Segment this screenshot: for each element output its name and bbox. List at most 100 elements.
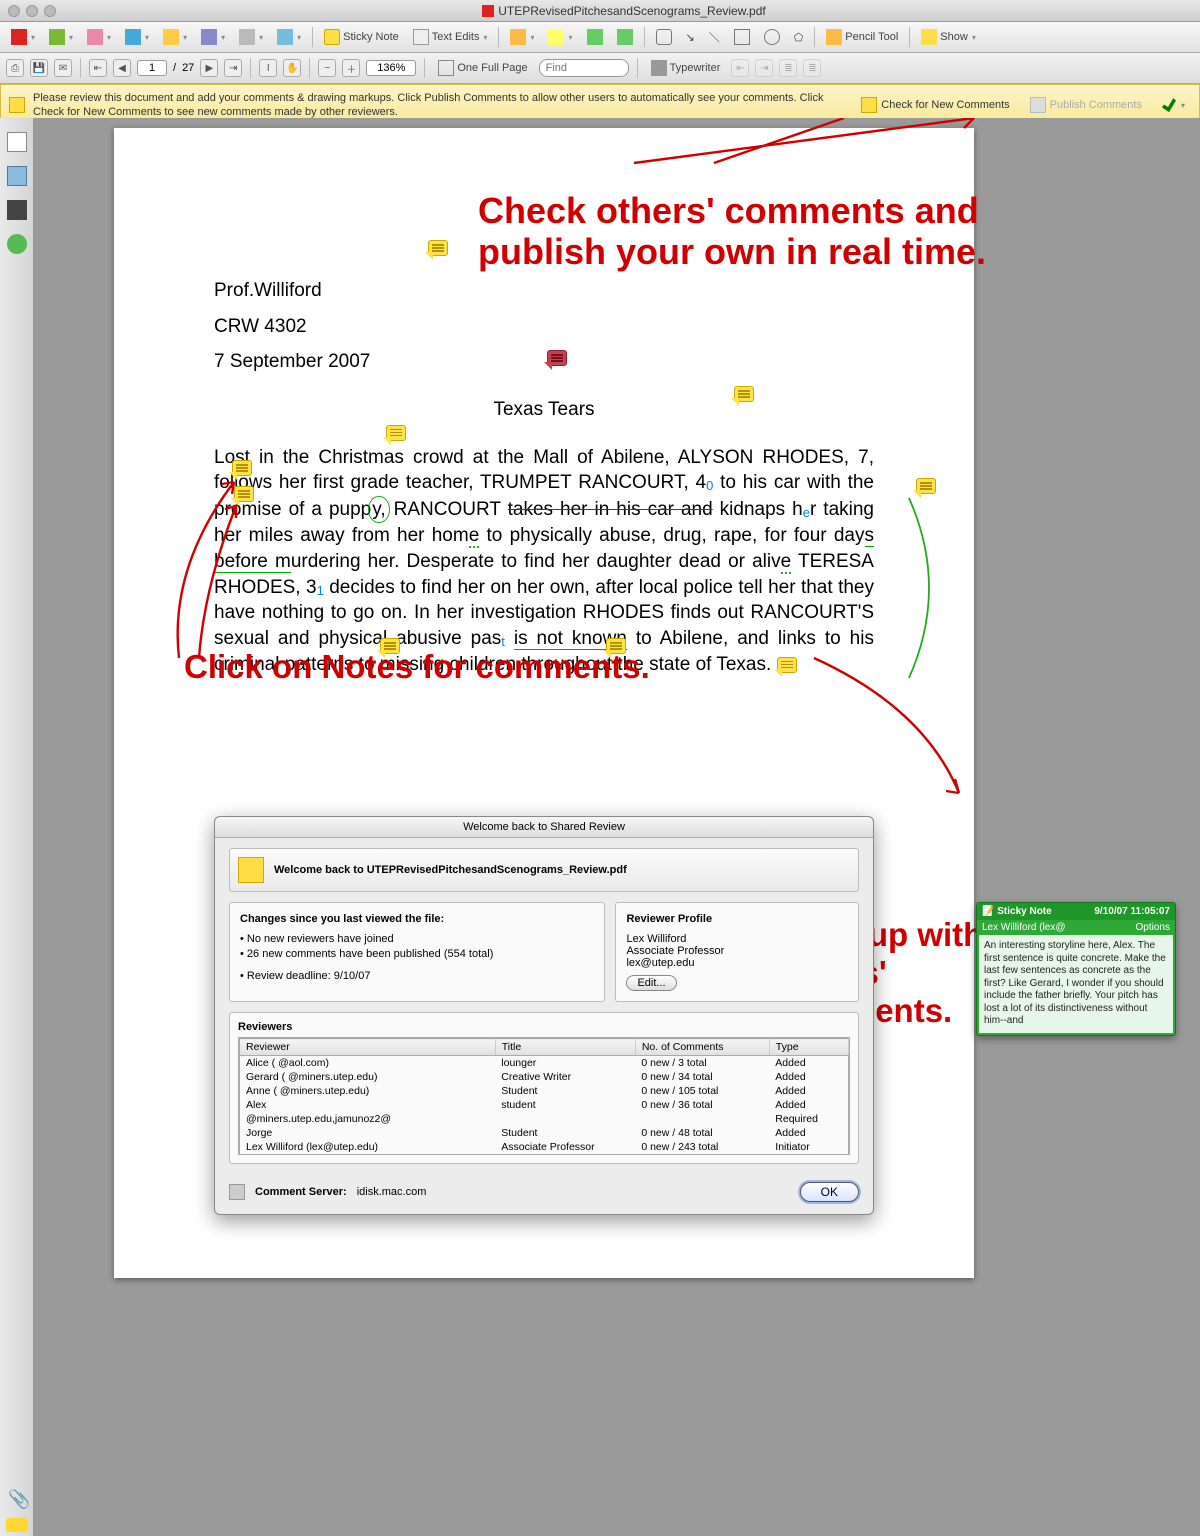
table-row[interactable]: JorgeStudent0 new / 48 totalAdded [240, 1126, 849, 1140]
tool-export[interactable] [82, 26, 116, 48]
profile-name: Lex Williford [626, 933, 848, 945]
last-page-button[interactable]: ⇥ [224, 59, 242, 77]
note-author: Lex Williford (lex@ [982, 922, 1066, 933]
review-message: Please review this document and add your… [33, 91, 847, 120]
profile-heading: Reviewer Profile [626, 913, 848, 925]
annotation-text: Check others' comments and publish your … [478, 190, 998, 273]
server-label: Comment Server: [255, 1186, 347, 1198]
hand-tool[interactable]: ✋ [283, 59, 301, 77]
list-bullet: ≣ [779, 59, 797, 77]
attachments-icon[interactable]: 📎 [8, 1489, 30, 1510]
table-row[interactable]: Lex Williford (lex@utep.edu)Associate Pr… [240, 1140, 849, 1155]
sticky-note-popup[interactable]: 📝 Sticky Note9/10/07 11:05:07 Lex Willif… [976, 902, 1176, 1036]
sticky-note-icon[interactable] [916, 478, 936, 494]
side-panel [0, 118, 34, 1536]
text-edits-button[interactable]: Text Edits [408, 26, 493, 48]
list-item: Review deadline: 9/10/07 [240, 970, 594, 982]
table-row[interactable]: Alexstudent0 new / 36 totalAdded [240, 1098, 849, 1112]
tool-create-pdf[interactable] [6, 26, 40, 48]
signatures-panel-icon[interactable] [7, 200, 27, 220]
col-type[interactable]: Type [769, 1039, 848, 1056]
email-button[interactable]: ✉ [54, 59, 72, 77]
sticky-note-button[interactable]: Sticky Note [319, 26, 404, 48]
reviewers-table: Reviewer Title No. of Comments Type Alic… [239, 1038, 849, 1155]
arrow-shape-button[interactable]: ↘ [681, 28, 700, 47]
pages-panel-icon[interactable] [7, 132, 27, 152]
cloud-button[interactable] [651, 26, 677, 48]
one-full-page-button[interactable]: One Full Page [433, 57, 532, 79]
sticky-note-icon[interactable] [777, 657, 797, 673]
traffic-lights[interactable] [8, 5, 56, 17]
textbox-button[interactable] [612, 26, 638, 48]
sticky-note-icon[interactable] [386, 425, 406, 441]
sticky-note-icon[interactable] [428, 240, 448, 256]
check-icon [1162, 98, 1176, 112]
sticky-note-icon[interactable] [547, 350, 567, 366]
callout-button[interactable] [582, 26, 608, 48]
doc-paragraph: Lost in the Christmas crowd at the Mall … [214, 445, 874, 678]
window-titlebar: UTEPRevisedPitchesandScenograms_Review.p… [0, 0, 1200, 22]
check-comments-button[interactable]: Check for New Comments [855, 94, 1015, 116]
show-button[interactable]: Show [916, 26, 981, 48]
zoom-in-button[interactable]: ＋ [342, 59, 360, 77]
publish-comments-button[interactable]: Publish Comments [1024, 94, 1148, 116]
reviewers-scroll[interactable]: Reviewer Title No. of Comments Type Alic… [238, 1037, 850, 1155]
note-body: An interesting storyline here, Alex. The… [979, 935, 1173, 1033]
find-input[interactable] [539, 59, 629, 77]
zoom-input[interactable] [366, 60, 416, 76]
tool-combine[interactable] [44, 26, 78, 48]
window-title: UTEPRevisedPitchesandScenograms_Review.p… [498, 4, 765, 18]
help-icon[interactable] [7, 234, 27, 254]
oval-button[interactable] [759, 26, 785, 48]
col-reviewer[interactable]: Reviewer [240, 1039, 496, 1056]
zoom-out-button[interactable]: − [318, 59, 336, 77]
next-page-button[interactable]: ▶ [200, 59, 218, 77]
first-page-button[interactable]: ⇤ [89, 59, 107, 77]
page-number-input[interactable] [137, 60, 167, 76]
review-options-button[interactable] [1156, 95, 1191, 115]
server-value: idisk.mac.com [357, 1186, 427, 1198]
save-button[interactable]: 💾 [30, 59, 48, 77]
note-options[interactable]: Options [1136, 922, 1170, 933]
col-title[interactable]: Title [495, 1039, 635, 1056]
table-row[interactable]: Gerard ( @miners.utep.edu)Creative Write… [240, 1070, 849, 1084]
tool-secure[interactable] [158, 26, 192, 48]
polygon-button[interactable]: ⬠ [789, 28, 809, 47]
col-comments[interactable]: No. of Comments [635, 1039, 769, 1056]
reviewers-panel: Reviewers Reviewer Title No. of Comments… [229, 1012, 859, 1164]
tool-envelope[interactable] [120, 26, 154, 48]
indent-right: ⇥ [755, 59, 773, 77]
note-date: 9/10/07 11:05:07 [1094, 906, 1170, 917]
annotation-text: Click on Notes for comments. [184, 648, 650, 686]
profile-email: lex@utep.edu [626, 957, 848, 969]
changes-panel: Changes since you last viewed the file: … [229, 902, 605, 1002]
page-area[interactable]: Prof.Williford CRW 4302 7 September 2007… [34, 118, 1200, 1536]
page-total: 27 [182, 62, 194, 74]
page-sep: / [173, 62, 176, 74]
prev-page-button[interactable]: ◀ [113, 59, 131, 77]
stamp-button[interactable] [505, 26, 539, 48]
select-tool[interactable]: I [259, 59, 277, 77]
table-row[interactable]: Alice ( @aol.com)lounger0 new / 3 totalA… [240, 1056, 849, 1071]
line-button[interactable]: ＼ [704, 26, 725, 48]
print-button[interactable]: ⎙ [6, 59, 24, 77]
comments-tray-icon[interactable] [6, 1518, 28, 1532]
sticky-note-icon[interactable] [734, 386, 754, 402]
table-row[interactable]: Anne ( @miners.utep.edu)Student0 new / 1… [240, 1084, 849, 1098]
pencil-tool-button[interactable]: Pencil Tool [821, 26, 903, 48]
ok-button[interactable]: OK [800, 1182, 859, 1202]
tool-sign[interactable] [196, 26, 230, 48]
highlight-button[interactable] [543, 26, 577, 48]
sticky-note-icon[interactable] [234, 486, 254, 502]
table-row[interactable]: @miners.utep.edu,jamunoz2@Required [240, 1112, 849, 1126]
edit-button[interactable]: Edit... [626, 975, 676, 991]
reviewers-heading: Reviewers [238, 1021, 850, 1033]
profile-panel: Reviewer Profile Lex Williford Associate… [615, 902, 859, 1002]
sticky-note-icon[interactable] [232, 460, 252, 476]
bookmarks-panel-icon[interactable] [7, 166, 27, 186]
rect-button[interactable] [729, 26, 755, 48]
tool-forms[interactable] [234, 26, 268, 48]
tool-review[interactable] [272, 26, 306, 48]
dialog-title: Welcome back to Shared Review [215, 817, 873, 838]
typewriter-button[interactable]: Typewriter [646, 57, 726, 79]
